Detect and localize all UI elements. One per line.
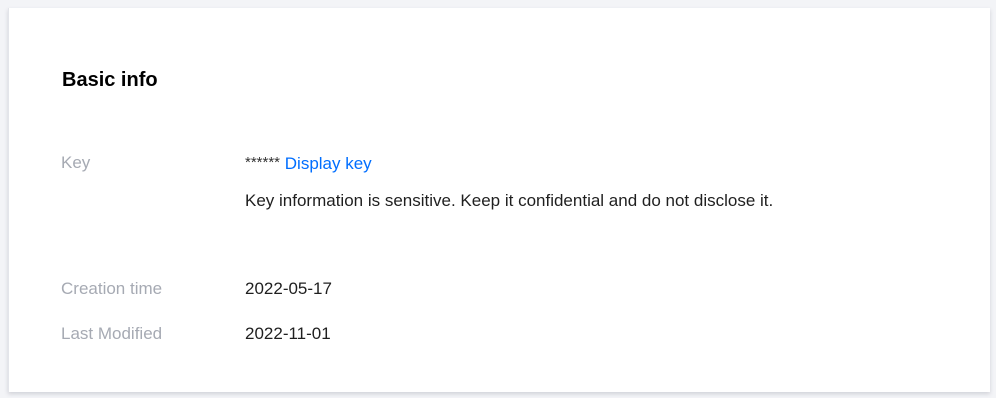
last-modified-label: Last Modified xyxy=(61,324,163,343)
basic-info-card: Basic info Key ****** Display key Key in… xyxy=(8,8,990,392)
key-sensitivity-note: Key information is sensitive. Keep it co… xyxy=(245,191,774,210)
key-row: Key ****** Display key Key information i… xyxy=(61,151,885,216)
creation-time-label: Creation time xyxy=(61,279,163,298)
creation-time-row: Creation time 2022-05-17 xyxy=(61,277,885,301)
creation-time-value: 2022-05-17 xyxy=(245,279,332,298)
masked-key: ****** xyxy=(245,154,281,171)
display-key-link[interactable]: Display key xyxy=(285,154,372,173)
key-label: Key xyxy=(61,153,91,172)
key-value: ****** Display key Key information is se… xyxy=(245,151,885,216)
last-modified-value: 2022-11-01 xyxy=(245,324,331,343)
last-modified-row: Last Modified 2022-11-01 xyxy=(61,322,885,346)
card-title: Basic info xyxy=(62,69,158,91)
